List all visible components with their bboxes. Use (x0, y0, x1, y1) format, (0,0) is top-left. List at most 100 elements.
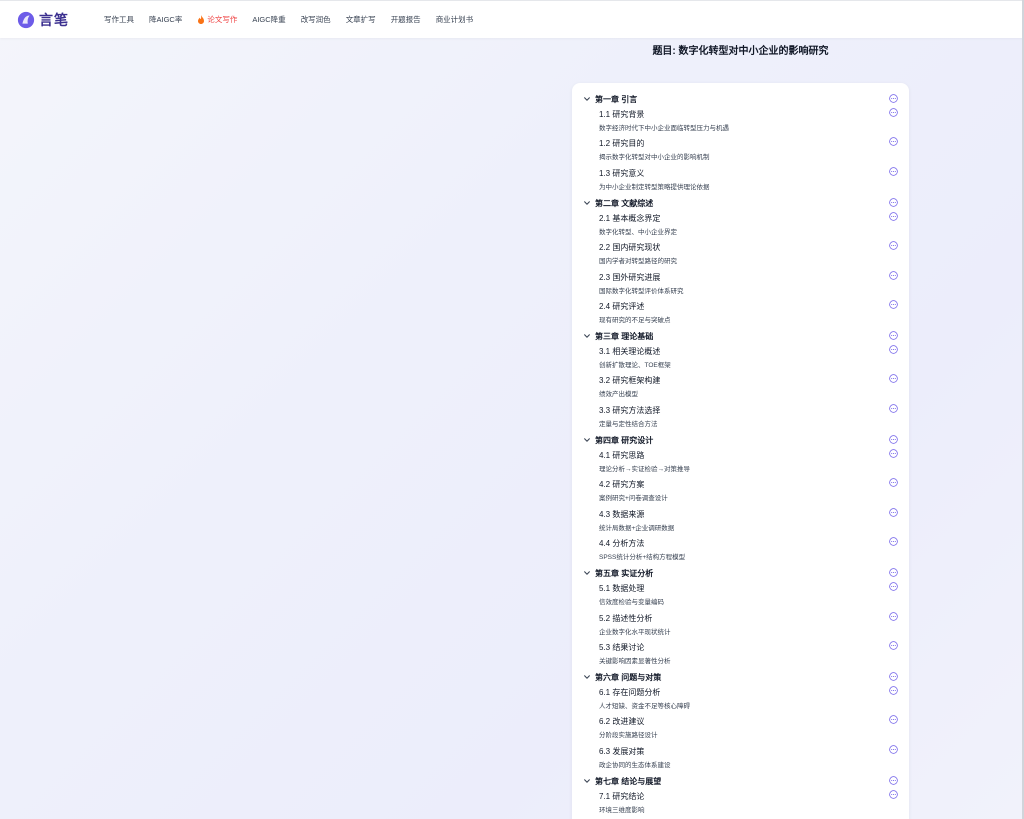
fire-icon (198, 15, 205, 24)
more-options-icon[interactable] (889, 137, 898, 147)
section-title: 6.1 存在问题分析 (599, 688, 661, 698)
section-description: 政企协同的生态体系建设 (599, 761, 671, 769)
nav-item-7[interactable]: 商业计划书 (436, 14, 474, 25)
chevron-down-icon[interactable] (583, 777, 591, 785)
more-options-icon[interactable] (889, 686, 898, 695)
more-options-icon[interactable] (889, 300, 898, 309)
top-navbar: 言笔 写作工具 降AIGC率 论文写作 AIGC降重 改写润色 文章扩写 开题报告 商业计划书 (0, 0, 1024, 38)
nav-item-6[interactable]: 开题报告 (391, 14, 421, 25)
more-options-icon[interactable] (889, 166, 898, 176)
more-options-icon[interactable] (889, 212, 898, 221)
section-description: 现有研究的不足与突破点 (599, 316, 671, 324)
more-options-icon[interactable] (889, 715, 898, 725)
section-item[interactable]: 2.2 国内研究现状 国内学者对转型路径的研究 (572, 241, 909, 266)
nav-item-0[interactable]: 写作工具 (104, 14, 134, 25)
section-item[interactable]: 2.1 基本概念界定 数字化转型、中小企业界定 (572, 212, 909, 237)
more-options-icon[interactable] (889, 478, 898, 488)
section-item[interactable]: 2.4 研究评述 现有研究的不足与突破点 (572, 300, 909, 325)
more-options-icon[interactable] (889, 790, 898, 799)
chevron-down-icon[interactable] (583, 569, 591, 577)
nav-item-2[interactable]: 论文写作 (197, 14, 237, 25)
nav-item-5[interactable]: 文章扩写 (346, 14, 376, 25)
more-options-icon[interactable] (889, 568, 898, 577)
more-options-icon[interactable] (889, 270, 898, 280)
section-title: 2.3 国外研究进展 (599, 272, 661, 282)
chapter-row[interactable]: 第五章 实证分析 (572, 568, 909, 580)
nav-item-label: 论文写作 (207, 15, 238, 24)
nav-item-3[interactable]: AIGC降重 (252, 14, 285, 25)
section-item[interactable]: 4.3 数据来源统计局数据+企业调研数据 (572, 507, 909, 533)
section-title: 7.1 研究结论 (599, 792, 645, 801)
chevron-down-icon[interactable] (583, 95, 591, 103)
section-item[interactable]: 1.3 研究意义 为中小企业制定转型策略提供理论依据 (572, 166, 909, 192)
section-item[interactable]: 4.4 分析方法 SPSS统计分析+结构方程模型 (572, 537, 909, 562)
section-item[interactable]: 1.2 研究目的 揭示数字化转型对中小企业的影响机制 (572, 137, 909, 162)
section-description: 数字经济时代下中小企业面临转型压力与机遇 (599, 125, 729, 132)
section-item[interactable]: 7.1 研究结论 环境三维度影响 (572, 790, 909, 815)
chevron-down-icon[interactable] (583, 673, 591, 681)
nav-item-4[interactable]: 改写润色 (301, 14, 331, 25)
chapter-row[interactable]: 第七章 结论与展望 (572, 776, 909, 788)
section-title: 1.3 研究意义 (599, 168, 645, 178)
section-item[interactable]: 5.2 描述性分析企业数字化水平现状统计 (572, 611, 909, 637)
more-options-icon[interactable] (889, 198, 898, 207)
more-options-icon[interactable] (889, 744, 898, 754)
chapter-row[interactable]: 第二章 文献综述 (572, 198, 909, 210)
section-item[interactable]: 3.1 相关理论概述 创新扩散理论、TOE框架 (572, 345, 909, 370)
more-options-icon[interactable] (889, 345, 898, 354)
chapter-title: 第三章 理论基础 (595, 332, 654, 342)
section-item[interactable]: 1.1 研究背景 数字经济时代下中小企业面临转型压力与机遇 (572, 108, 909, 133)
section-item[interactable]: 3.3 研究方法选择 定量与定性结合方法 (572, 403, 909, 429)
section-item[interactable]: 2.3 国外研究进展国际数字化转型评价体系研究 (572, 270, 909, 296)
section-item[interactable]: 6.2 改进建议 分阶段实施路径设计 (572, 715, 909, 740)
more-options-icon[interactable] (889, 776, 898, 785)
section-item[interactable]: 5.3 结果讨论 关键影响因素显著性分析 (572, 641, 909, 666)
more-options-icon[interactable] (889, 435, 898, 444)
section-description: 关键影响因素显著性分析 (599, 657, 671, 665)
section-item[interactable]: 5.1 数据处理 信效度检验与变量编码 (572, 582, 909, 607)
brand-logo[interactable]: 言笔 (17, 10, 102, 30)
section-description: 统计局数据+企业调研数据 (599, 524, 675, 532)
section-title: 6.3 发展对策 (599, 746, 645, 756)
more-options-icon[interactable] (889, 108, 898, 117)
chevron-down-icon[interactable] (583, 436, 591, 444)
more-options-icon[interactable] (889, 403, 898, 413)
chapter-row[interactable]: 第一章 引言 (572, 94, 909, 106)
chapter-title: 第一章 引言 (595, 95, 638, 104)
section-item[interactable]: 4.2 研究方案 案例研究+问卷调查设计 (572, 478, 909, 503)
more-options-icon[interactable] (889, 672, 898, 681)
more-options-icon[interactable] (889, 94, 898, 103)
section-item[interactable]: 6.1 存在问题分析 人才短缺、资金不足等核心障碍 (572, 686, 909, 711)
more-options-icon[interactable] (889, 331, 898, 340)
chapter-title: 第七章 结论与展望 (595, 777, 662, 786)
chevron-down-icon[interactable] (583, 199, 591, 207)
more-options-icon[interactable] (889, 374, 898, 384)
section-item[interactable]: 4.1 研究思路 理论分析→实证检验→对策推导 (572, 449, 909, 474)
nav-item-1[interactable]: 降AIGC率 (149, 14, 182, 25)
more-options-icon[interactable] (889, 449, 898, 458)
section-title: 4.1 研究思路 (599, 451, 645, 460)
main-nav: 写作工具 降AIGC率 论文写作 AIGC降重 改写润色 文章扩写 开题报告 商业计划书 (104, 14, 488, 25)
section-title: 4.3 数据来源 (599, 509, 645, 519)
section-description: 国际数字化转型评价体系研究 (599, 287, 684, 295)
more-options-icon[interactable] (889, 507, 898, 517)
more-options-icon[interactable] (889, 641, 898, 650)
more-options-icon[interactable] (889, 582, 898, 591)
chevron-down-icon[interactable] (583, 332, 591, 340)
chapter-row[interactable]: 第四章 研究设计 (572, 435, 909, 447)
more-options-icon[interactable] (889, 537, 898, 546)
brand-name: 言笔 (39, 11, 69, 28)
section-description: 案例研究+问卷调查设计 (599, 495, 668, 503)
section-title: 5.2 描述性分析 (599, 613, 653, 623)
chapter-row[interactable]: 第三章 理论基础 (572, 331, 909, 343)
more-options-icon[interactable] (889, 611, 898, 621)
section-description: 企业数字化水平现状统计 (599, 628, 671, 636)
more-options-icon[interactable] (889, 241, 898, 250)
section-title: 3.2 研究框架构建 (599, 376, 661, 386)
chapter-title: 第六章 问题与对策 (595, 673, 662, 683)
nav-item-label: AIGC降重 (252, 15, 286, 24)
section-title: 3.1 相关理论概述 (599, 347, 661, 357)
section-item[interactable]: 3.2 研究框架构建 绩效产出模型 (572, 374, 909, 399)
chapter-row[interactable]: 第六章 问题与对策 (572, 672, 909, 684)
section-item[interactable]: 6.3 发展对策政企协同的生态体系建设 (572, 744, 909, 770)
